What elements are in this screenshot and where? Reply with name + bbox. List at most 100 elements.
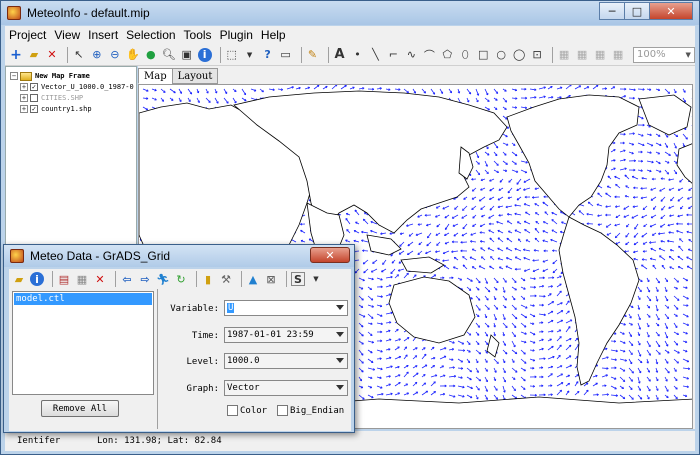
- layer-checkbox[interactable]: ✓: [30, 105, 38, 113]
- layout-tool-icon-3[interactable]: ▦: [593, 48, 607, 62]
- rectangle-tool-icon[interactable]: □: [476, 48, 490, 62]
- chart-icon[interactable]: ⊠: [264, 272, 278, 286]
- next-arrow-icon[interactable]: ⇨: [138, 272, 152, 286]
- point-tool-icon[interactable]: •: [350, 48, 364, 62]
- refresh-icon[interactable]: ↻: [174, 272, 188, 286]
- wind-vector: [506, 237, 513, 243]
- color-option[interactable]: Color: [227, 405, 267, 416]
- text-tool-icon[interactable]: A: [333, 47, 347, 62]
- dialog-title-bar[interactable]: Meteo Data - GrADS_Grid ✕: [4, 245, 354, 267]
- title-bar[interactable]: MeteoInfo - default.mip ─ □ ✕: [1, 1, 699, 25]
- zoom-layer-icon[interactable]: ▣: [180, 48, 194, 62]
- script-icon[interactable]: S: [291, 272, 305, 286]
- dropdown-arrow-icon[interactable]: ▼: [309, 272, 323, 286]
- remove-all-button[interactable]: Remove All: [41, 400, 119, 417]
- full-extent-icon[interactable]: ●: [144, 48, 158, 62]
- wind-vector: [367, 313, 374, 319]
- big-endian-option[interactable]: Big_Endian: [277, 405, 344, 416]
- time-label: Time:: [191, 331, 219, 341]
- legend-icon[interactable]: ▮: [201, 272, 215, 286]
- select-rect-icon[interactable]: ⬚: [225, 48, 239, 62]
- circle-tool-icon[interactable]: ○: [494, 48, 508, 62]
- menu-view[interactable]: View: [50, 28, 84, 42]
- variable-select[interactable]: U: [224, 300, 348, 316]
- wind-vector: [691, 170, 692, 171]
- line-tool-icon[interactable]: ╲: [368, 48, 382, 62]
- tab-layout[interactable]: Layout: [171, 68, 219, 84]
- close-button[interactable]: ✕: [649, 2, 693, 20]
- wind-vector: [520, 358, 527, 364]
- wind-vector: [565, 85, 572, 90]
- prev-arrow-icon[interactable]: ⇦: [120, 272, 134, 286]
- tab-map[interactable]: Map: [138, 68, 173, 84]
- menu-help[interactable]: Help: [257, 28, 290, 42]
- layer-checkbox[interactable]: [30, 94, 38, 102]
- ellipse-tool-icon[interactable]: ◯: [512, 48, 526, 62]
- nz-outline: [486, 334, 500, 358]
- help-question-icon[interactable]: ?: [261, 48, 275, 62]
- list-item[interactable]: model.ctl: [14, 293, 152, 305]
- menu-tools[interactable]: Tools: [180, 28, 216, 42]
- australia-outline: [388, 276, 476, 344]
- time-select[interactable]: 1987-01-01 23:59: [224, 327, 348, 343]
- animate-icon[interactable]: 🏃︎: [156, 272, 170, 286]
- menu-project[interactable]: Project: [5, 28, 50, 42]
- menu-insert[interactable]: Insert: [84, 28, 122, 42]
- zoom-in-icon[interactable]: ⊕: [90, 48, 104, 62]
- edit-pencil-icon[interactable]: ✎: [306, 48, 320, 62]
- tree-layer-row[interactable]: + ✓ country1.shp: [20, 103, 92, 115]
- open-folder-icon[interactable]: ▰: [27, 48, 41, 62]
- curve-tool-icon[interactable]: ⌒: [422, 48, 436, 62]
- variable-value: U: [227, 303, 235, 313]
- info-icon[interactable]: i: [30, 272, 44, 286]
- zoom-out-icon[interactable]: ⊖: [108, 48, 122, 62]
- edit-vertices-icon[interactable]: ⊡: [530, 48, 544, 62]
- level-select[interactable]: 1000.0: [224, 353, 348, 369]
- identify-icon[interactable]: i: [197, 47, 212, 62]
- data-table-icon[interactable]: ▤: [57, 272, 71, 286]
- expander-icon[interactable]: +: [20, 105, 28, 113]
- big-endian-checkbox[interactable]: [277, 405, 288, 416]
- wind-vector: [520, 313, 527, 319]
- expander-icon[interactable]: +: [20, 94, 28, 102]
- wind-vector: [677, 255, 684, 261]
- layout-tool-icon-1[interactable]: ▦: [557, 48, 571, 62]
- wind-vector: [403, 272, 409, 279]
- layout-tool-icon-2[interactable]: ▦: [575, 48, 589, 62]
- wind-vector: [345, 218, 351, 225]
- measure-icon[interactable]: ▭: [279, 48, 293, 62]
- wind-vector: [394, 381, 401, 387]
- maximize-button[interactable]: □: [624, 2, 650, 20]
- file-list[interactable]: model.ctl: [12, 291, 154, 395]
- wind-vector: [691, 296, 692, 297]
- dialog-close-button[interactable]: ✕: [310, 247, 350, 263]
- close-file-icon[interactable]: ✕: [93, 272, 107, 286]
- select-arrow-icon[interactable]: ↖: [72, 48, 86, 62]
- color-checkbox[interactable]: [227, 405, 238, 416]
- plot-area-icon[interactable]: ▲: [246, 272, 260, 286]
- add-layer-icon[interactable]: +: [9, 47, 23, 63]
- layer-checkbox[interactable]: ✓: [30, 83, 38, 91]
- wind-vector: [358, 349, 364, 356]
- polygon-tool-icon[interactable]: ⬠: [440, 48, 454, 62]
- remove-layer-icon[interactable]: ✕: [45, 48, 59, 62]
- grid-view-icon[interactable]: ▦: [75, 272, 89, 286]
- graph-select[interactable]: Vector: [224, 380, 348, 396]
- menu-selection[interactable]: Selection: [122, 28, 179, 42]
- expander-icon[interactable]: −: [10, 72, 18, 80]
- layout-tool-icon-4[interactable]: ▦: [611, 48, 625, 62]
- dropdown-arrow-icon[interactable]: ▼: [243, 48, 257, 62]
- wind-vector: [565, 326, 571, 333]
- open-data-icon[interactable]: ▰: [12, 272, 26, 286]
- freehand-polygon-icon[interactable]: ⬯: [458, 48, 472, 62]
- expander-icon[interactable]: +: [20, 83, 28, 91]
- pan-hand-icon[interactable]: ✋: [126, 48, 140, 62]
- freehand-tool-icon[interactable]: ∿: [404, 48, 418, 62]
- wind-vector: [444, 223, 450, 230]
- settings-icon[interactable]: ⚒: [219, 272, 233, 286]
- minimize-button[interactable]: ─: [599, 2, 625, 20]
- polyline-tool-icon[interactable]: ⌐: [386, 48, 400, 62]
- zoom-window-icon[interactable]: 🔍︎: [162, 48, 176, 62]
- zoom-combo[interactable]: 100% ▼: [633, 46, 695, 63]
- menu-plugin[interactable]: Plugin: [216, 28, 257, 42]
